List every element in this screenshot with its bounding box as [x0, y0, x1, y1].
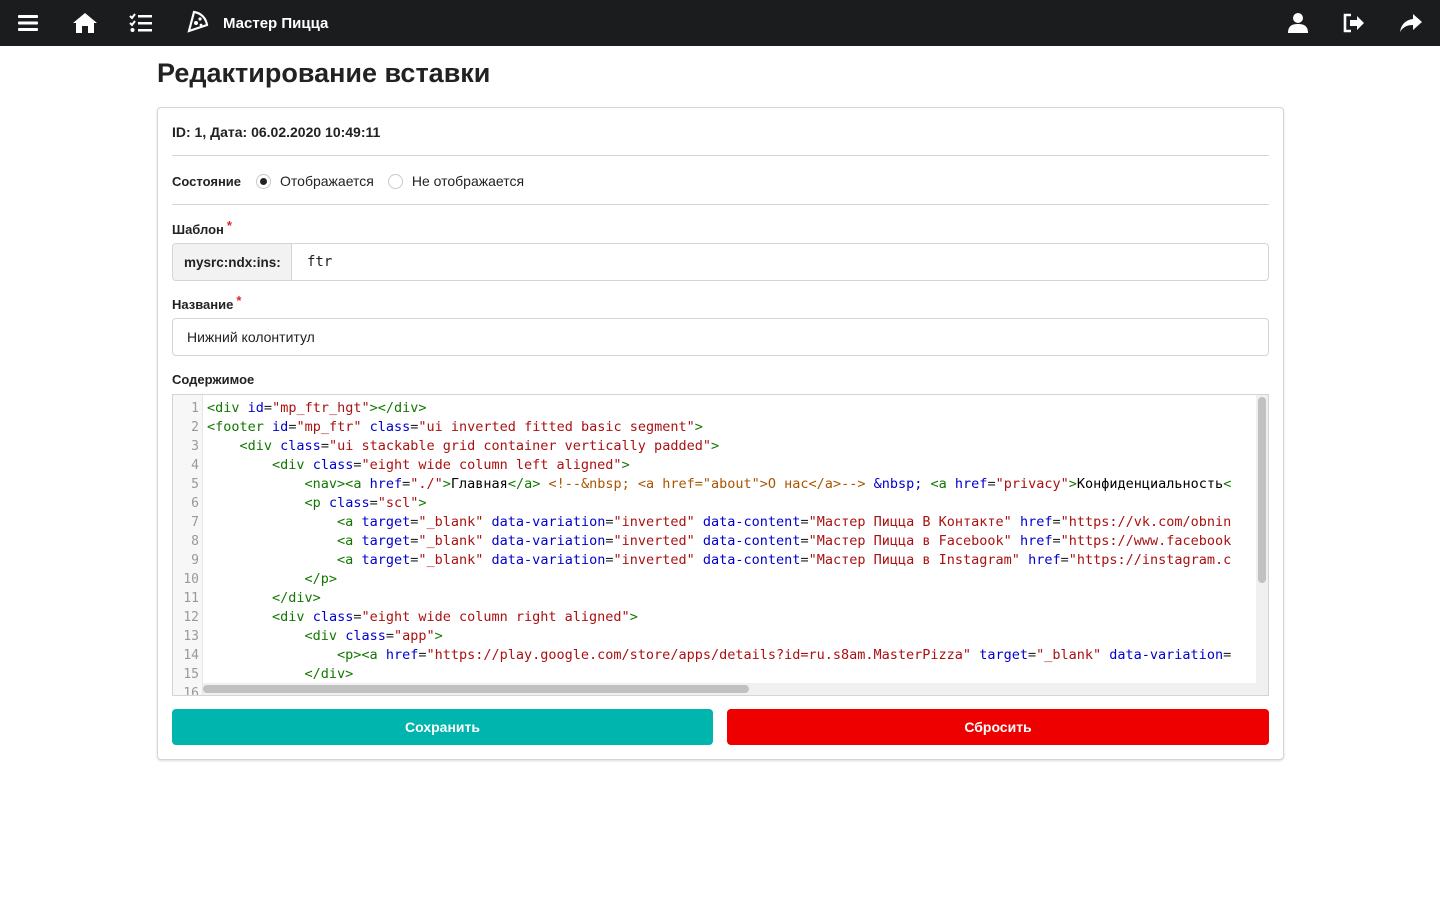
code-line: 4 <div class="eight wide column left ali…	[191, 457, 630, 473]
name-label-text: Название	[172, 297, 234, 312]
tasks-icon[interactable]	[128, 11, 154, 35]
pizza-logo-icon	[186, 9, 210, 38]
code-editor[interactable]: 1 <div id="mp_ftr_hgt"></div> 2 <footer id…	[172, 394, 1269, 696]
save-button[interactable]: Сохранить	[172, 709, 713, 745]
code-line: 10 </p>	[183, 571, 338, 587]
code-line: 12 <div class="eight wide column right a…	[183, 609, 638, 625]
template-prefix: mysrc:ndx:ins:	[173, 244, 292, 280]
code-line: 14 <p><a href="https://play.google.com/s…	[183, 647, 1232, 663]
record-meta: ID: 1, Дата: 06.02.2020 10:49:11	[172, 124, 381, 140]
divider	[172, 155, 1269, 156]
vertical-scrollbar[interactable]	[1256, 395, 1268, 695]
code-line: 8 <a target="_blank" data-variation="inv…	[191, 533, 1232, 549]
radio-visible[interactable]	[256, 173, 272, 189]
brand-link[interactable]: Мастер Пицца	[186, 0, 328, 46]
state-label: Состояние	[172, 173, 242, 189]
menu-icon[interactable]	[15, 11, 41, 35]
vertical-scroll-thumb[interactable]	[1258, 397, 1266, 583]
share-icon[interactable]	[1398, 11, 1424, 35]
content-label: Содержимое	[172, 372, 255, 387]
name-label: Название *	[172, 293, 241, 312]
radio-hidden-label[interactable]: Не отображается	[412, 173, 524, 189]
code-line: 2 <footer id="mp_ftr" class="ui inverted …	[191, 419, 703, 435]
code-line: 3 <div class="ui stackable grid containe…	[191, 438, 720, 454]
sign-out-icon[interactable]	[1341, 11, 1367, 35]
code-line: 7 <a target="_blank" data-variation="inv…	[191, 514, 1232, 530]
template-input[interactable]: ftr	[292, 244, 1268, 280]
page-title: Редактирование вставки	[157, 58, 491, 88]
home-icon[interactable]	[72, 11, 98, 35]
required-mark: *	[226, 218, 232, 233]
horizontal-scrollbar[interactable]	[203, 683, 1258, 695]
code-line: 1 <div id="mp_ftr_hgt"></div>	[191, 400, 427, 416]
template-label: Шаблон *	[172, 218, 232, 237]
code-line: 11 </div>	[183, 590, 321, 606]
code-line: 5 <nav><a href="./">Главная</a> <!--&nbs…	[191, 476, 1232, 492]
state-field: Состояние Отображается Не отображается	[172, 172, 524, 190]
user-icon[interactable]	[1285, 11, 1311, 35]
radio-checked-dot	[260, 177, 268, 185]
horizontal-scroll-thumb[interactable]	[203, 685, 749, 693]
code-line: 9 <a target="_blank" data-variation="inv…	[191, 552, 1232, 568]
template-label-text: Шаблон	[172, 222, 224, 237]
divider	[172, 204, 1269, 205]
code-lines: 1 <div id="mp_ftr_hgt"></div> 2 <footer id…	[173, 399, 1258, 695]
reset-button[interactable]: Сбросить	[727, 709, 1269, 745]
edit-form: ID: 1, Дата: 06.02.2020 10:49:11 Состоян…	[157, 107, 1284, 760]
radio-hidden[interactable]	[387, 173, 403, 189]
code-line: 6 <p class="scl">	[191, 495, 427, 511]
name-input[interactable]: Нижний колонтитул	[172, 318, 1269, 356]
top-bar: Мастер Пицца	[0, 0, 1440, 46]
app-name: Мастер Пицца	[223, 14, 329, 32]
radio-visible-label[interactable]: Отображается	[280, 173, 374, 189]
template-input-group: mysrc:ndx:ins: ftr	[172, 243, 1269, 281]
code-line: 15 </div>	[183, 666, 354, 682]
required-mark: *	[236, 293, 242, 308]
code-line: 13 <div class="app">	[183, 628, 443, 644]
